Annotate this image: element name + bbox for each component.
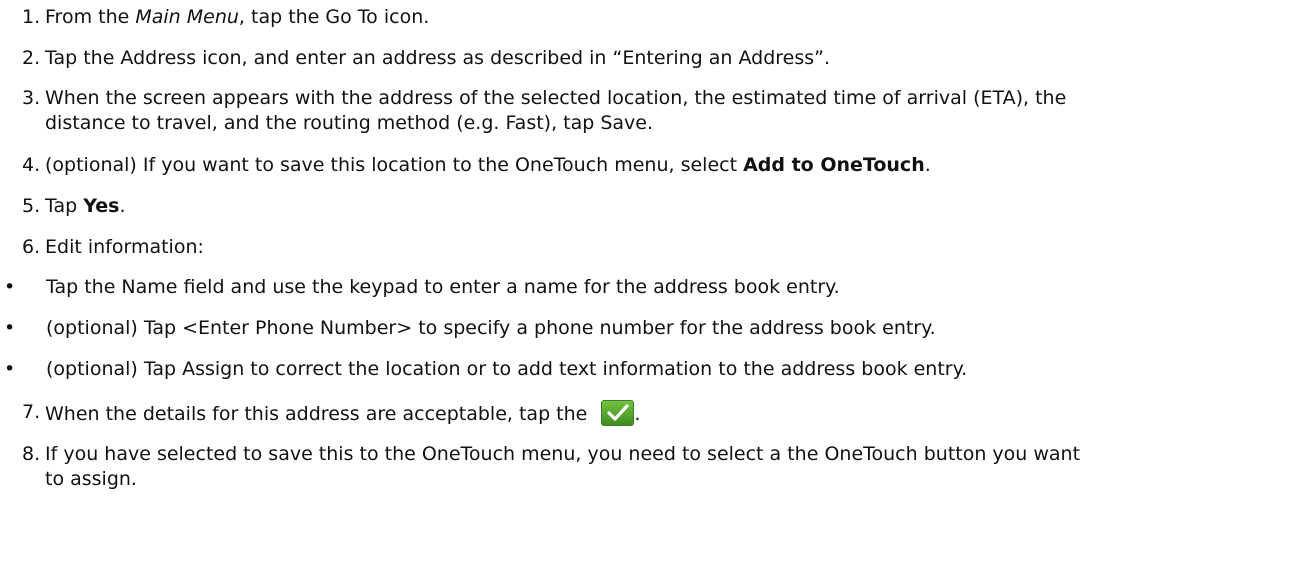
bullet-icon: • — [4, 317, 16, 339]
step-text: If you have selected to save this to the… — [45, 443, 1081, 490]
bullet-text: (optional) Tap <Enter Phone Number> to s… — [46, 317, 936, 339]
step-number: 1. — [22, 6, 41, 28]
step-text: Edit information: — [45, 236, 204, 258]
bullet-icon: • — [4, 276, 16, 298]
step-number: 5. — [22, 195, 41, 217]
step-number: 6. — [22, 236, 41, 258]
step-number: 2. — [22, 47, 41, 69]
step-number: 3. — [22, 87, 41, 109]
step-text: When the details for this address are ac… — [45, 400, 1304, 427]
step-number: 4. — [22, 154, 41, 176]
step-text: Tap Yes. — [45, 195, 126, 217]
instructions-document: 1. From the Main Menu, tap the Go To ico… — [0, 0, 1312, 567]
step-number: 7. — [22, 401, 41, 423]
bullet-text: Tap the Name field and use the keypad to… — [46, 276, 840, 298]
step-number: 8. — [22, 443, 41, 465]
step-text: (optional) If you want to save this loca… — [45, 154, 931, 176]
bullet-text: (optional) Tap Assign to correct the loc… — [46, 358, 968, 380]
step-text: When the screen appears with the address… — [45, 87, 1067, 134]
step-text: From the Main Menu, tap the Go To icon. — [45, 6, 430, 28]
yes-label: Yes — [83, 195, 120, 217]
bullet-icon: • — [4, 358, 16, 380]
checkmark-icon — [601, 400, 635, 426]
main-menu-label: Main Menu — [135, 6, 239, 28]
step-text: Tap the Address icon, and enter an addre… — [45, 47, 831, 69]
add-to-onetouch-label: Add to OneTouch — [743, 154, 925, 176]
